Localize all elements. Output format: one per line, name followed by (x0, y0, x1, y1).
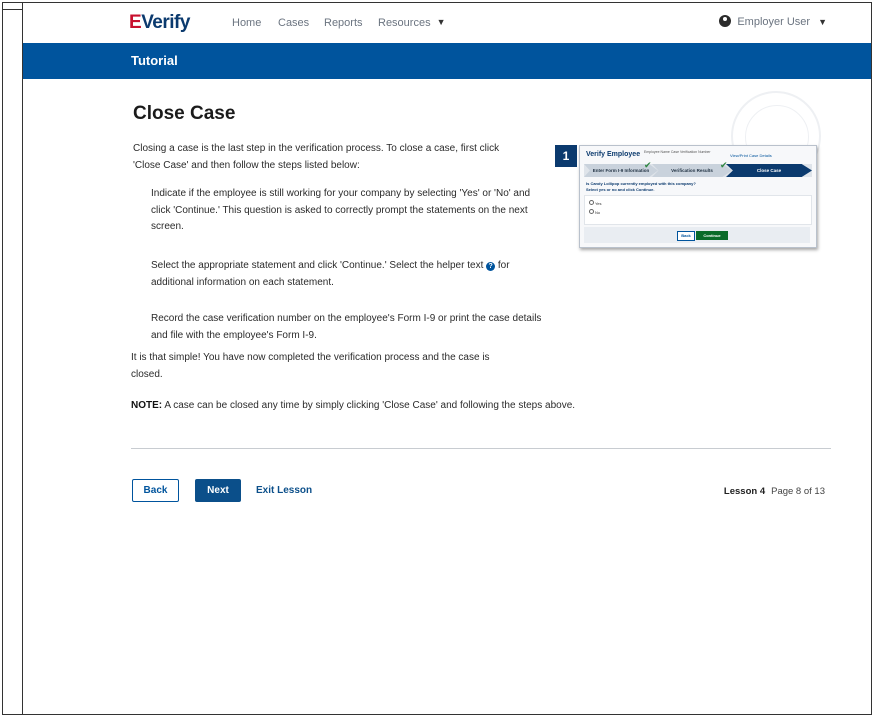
lesson-number: Lesson 4 (723, 486, 766, 497)
next-button[interactable]: Next (195, 479, 241, 502)
radio-no-label: No (595, 210, 601, 215)
lesson-indicator: Lesson 4 Page 8 of 13 (724, 486, 825, 497)
note-body: A case can be closed any time by simply … (164, 400, 576, 411)
check-icon: ✔ (720, 160, 728, 170)
thumbnail-title: Verify Employee (586, 151, 641, 158)
nav-home[interactable]: Home (232, 17, 261, 29)
completion-text: It is that simple! You have now complete… (131, 352, 490, 380)
top-navigation: EVerify Home Cases Reports Resources ▼ Em… (23, 3, 871, 43)
page-title: Close Case (133, 103, 236, 124)
progress-steps: Enter Form I-9 Information Verification … (584, 160, 812, 177)
nav-cases[interactable]: Cases (278, 17, 309, 29)
footer-divider (131, 448, 831, 449)
thumbnail-button-row: Back Continue (584, 227, 810, 243)
chevron-down-icon: ▼ (436, 17, 446, 27)
thumbnail-question-text: Is Candy Lollipop currently employed wit… (586, 181, 696, 186)
note-label: NOTE: (131, 400, 163, 411)
thumbnail-form: Yes No (584, 195, 812, 225)
radio-yes-label: Yes (595, 201, 602, 206)
help-icon[interactable]: ? (486, 262, 496, 271)
screenshot-frame: EVerify Home Cases Reports Resources ▼ Em… (2, 2, 872, 715)
step-number-badge: 1 (555, 145, 577, 167)
page-number: Page 8 of 13 (771, 486, 825, 497)
tutorial-banner: Tutorial (23, 43, 871, 79)
nav-resources[interactable]: Resources ▼ (378, 17, 446, 29)
frame-rule (22, 3, 23, 714)
intro-text: Closing a case is the last step in the v… (133, 143, 500, 171)
step-1-text: Indicate if the employee is still workin… (151, 188, 531, 232)
note-text: NOTE: A case can be closed any time by s… (131, 398, 821, 415)
exit-lesson-link[interactable]: Exit Lesson (256, 485, 312, 496)
nav-reports[interactable]: Reports (324, 17, 363, 29)
step-2-text-a: Select the appropriate statement and cli… (151, 260, 484, 271)
thumbnail-print-link: View/Print Case Details (730, 153, 772, 158)
verify-employee-screenshot: Verify Employee Employee Name Case Verif… (579, 145, 817, 248)
thumbnail-instruction: Select yes or no and click Continue. (586, 186, 655, 192)
logo-text: Verify (141, 12, 190, 33)
step-3-text: Record the case verification number on t… (151, 313, 542, 341)
tutorial-thumbnail: 1 Verify Employee Employee Name Case Ver… (555, 145, 817, 248)
everify-logo[interactable]: EVerify (129, 12, 190, 34)
nav-resources-label: Resources (378, 17, 431, 29)
step-2-text: Select the appropriate statement and cli… (151, 258, 543, 291)
thumbnail-continue-button: Continue (696, 231, 728, 240)
user-icon (719, 15, 732, 27)
thumbnail-question: Is Candy Lollipop currently employed wit… (586, 181, 746, 192)
frame-rule (3, 9, 22, 10)
thumbnail-radio-yes: Yes (589, 200, 602, 206)
thumbnail-back-button: Back (677, 231, 695, 241)
user-menu[interactable]: Employer User ▼ (719, 15, 827, 28)
thumbnail-radio-no: No (589, 209, 600, 215)
radio-icon (589, 209, 594, 214)
back-button[interactable]: Back (132, 479, 179, 502)
progress-step-current: Close Case (726, 164, 812, 177)
user-name: Employer User (737, 16, 811, 28)
check-icon: ✔ (644, 160, 652, 170)
banner-title: Tutorial (131, 53, 178, 68)
logo-e: E (129, 12, 142, 33)
radio-icon (589, 200, 594, 205)
thumbnail-meta: Employee Name Case Verification Number (644, 150, 711, 154)
chevron-down-icon: ▼ (818, 17, 827, 27)
